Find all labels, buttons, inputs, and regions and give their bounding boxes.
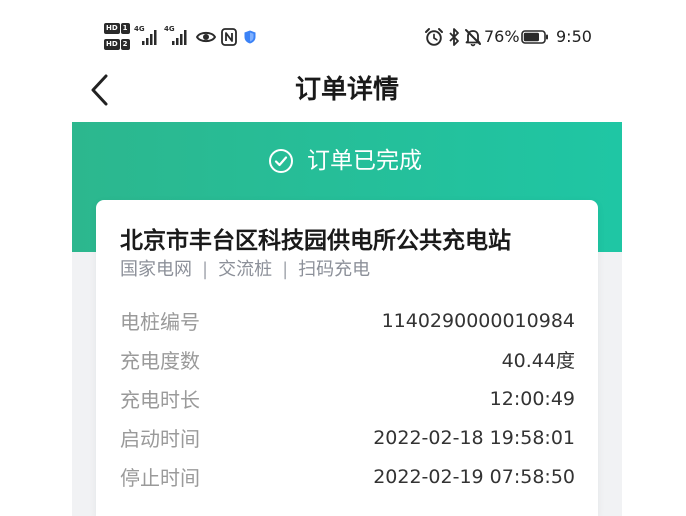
battery-fill [523,32,539,42]
detail-label: 电桩编号 [120,310,200,334]
order-status-text: 订单已完成 [307,148,422,174]
detail-value: 2022-02-19 07:58:50 [373,465,575,488]
station-name: 北京市丰台区科技园供电所公共充电站 [120,228,511,254]
sim-badge-1: HD 1 [104,22,130,34]
detail-value: 40.44度 [501,350,575,372]
battery-icon [521,30,548,44]
detail-row-stop-time: 停止时间 2022-02-19 07:58:50 [120,457,575,496]
sim-badge-number: 2 [120,38,130,50]
detail-row-energy: 充电度数 40.44度 [120,340,575,379]
tag-separator: | [202,259,209,280]
detail-value: 2022-02-18 19:58:01 [373,426,575,449]
station-tags: 国家电网 | 交流桩 | 扫码充电 [120,259,370,281]
tag-separator: | [282,259,289,280]
signal-strength-2: 4G [164,25,190,46]
detail-label: 停止时间 [120,466,200,490]
alarm-icon [425,28,443,46]
order-detail-card: 北京市丰台区科技园供电所公共充电站 国家电网 | 交流桩 | 扫码充电 电桩编号… [96,200,598,516]
nfc-icon [221,28,237,46]
detail-label: 充电时长 [120,388,200,412]
signal-strength-1: 4G [134,25,160,46]
signal-bars-icon [142,30,157,45]
detail-row-duration: 充电时长 12:00:49 [120,379,575,418]
sim-badge-label: HD [104,38,120,50]
battery-percent: 76% [484,27,520,46]
detail-label: 充电度数 [120,349,200,373]
eye-icon [196,31,216,43]
sim-badge-number: 1 [120,22,130,34]
detail-row-pile-number: 电桩编号 1140290000010984 [120,301,575,340]
detail-value: 1140290000010984 [381,309,575,332]
sim-badge-label: HD [104,22,120,34]
bluetooth-icon [449,28,459,46]
signal-bars-icon [172,30,187,45]
detail-value: 12:00:49 [489,387,575,410]
station-tag-pile-type: 交流桩 [218,259,273,280]
check-circle-icon [269,149,293,173]
clock-time: 9:50 [556,27,592,46]
page-title: 订单详情 [294,75,399,105]
detail-row-start-time: 启动时间 2022-02-18 19:58:01 [120,418,575,457]
mute-icon [465,29,481,47]
shield-icon [244,30,256,44]
detail-label: 启动时间 [120,427,200,451]
station-tag-start-method: 扫码充电 [298,259,371,280]
station-tag-operator: 国家电网 [120,259,192,280]
sim-badge-2: HD 2 [104,38,130,50]
